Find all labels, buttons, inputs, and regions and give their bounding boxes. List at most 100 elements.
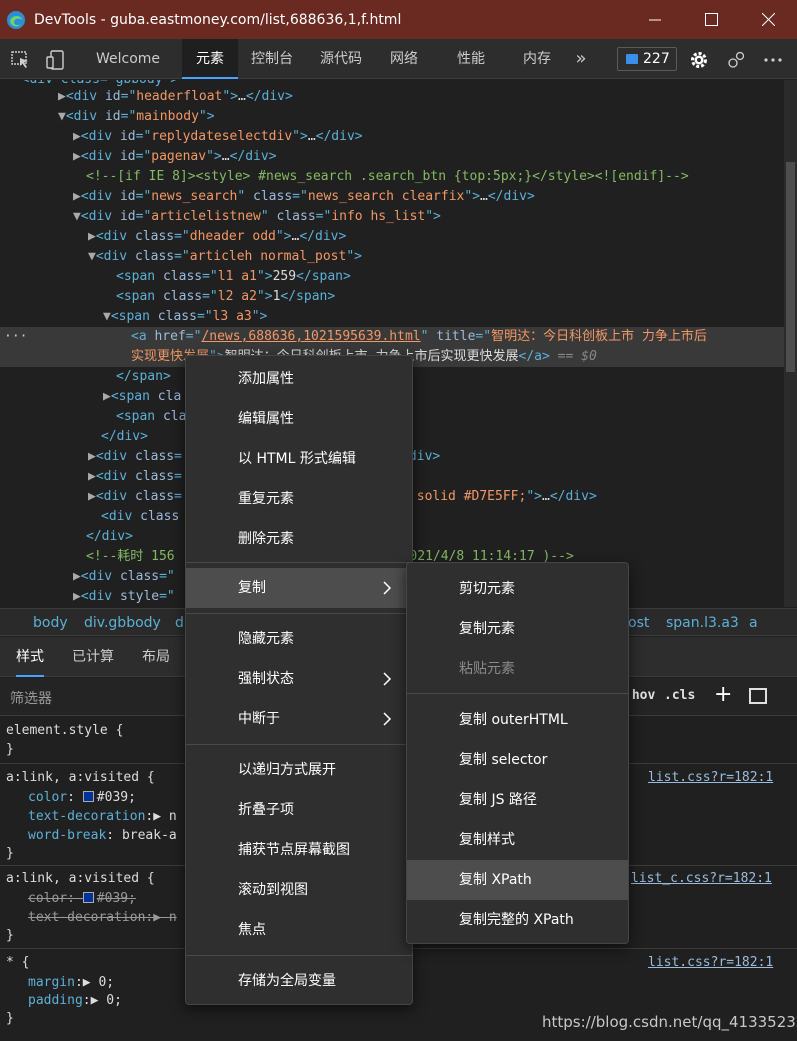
color-swatch-icon[interactable] (82, 791, 94, 802)
breadcrumb-item[interactable]: body (33, 609, 68, 637)
submenu-item-cut-element[interactable]: 剪切元素 (407, 569, 628, 609)
tree-scrollbar[interactable] (784, 80, 797, 607)
maximize-button[interactable] (683, 0, 740, 39)
toggle-sidebar-icon[interactable] (749, 688, 767, 704)
rule-selector[interactable]: * { (6, 953, 29, 972)
menu-item-break-on[interactable]: 中断于 (186, 699, 412, 739)
expand-triangle-icon[interactable]: ▶ (88, 489, 96, 504)
menu-item-force-state[interactable]: 强制状态 (186, 659, 412, 699)
tree-line[interactable]: ▼<div id="mainbody"> (58, 107, 215, 127)
minimize-button[interactable] (626, 0, 683, 39)
menu-item-edit-as-html[interactable]: 以 HTML 形式编辑 (186, 439, 412, 479)
submenu-item-copy-js-path[interactable]: 复制 JS 路径 (407, 780, 628, 820)
menu-item-store-as-global-variable[interactable]: 存储为全局变量 (186, 961, 412, 1001)
more-icon[interactable] (762, 49, 784, 71)
tree-line[interactable]: <div class (101, 507, 179, 527)
customize-icon[interactable] (725, 49, 747, 71)
tab-console[interactable]: 控制台 (244, 39, 300, 79)
tree-line[interactable]: </div> (86, 527, 133, 547)
new-rule-button[interactable]: + (714, 682, 732, 707)
style-property-overridden[interactable]: text-decoration:▶ n (28, 908, 177, 927)
scrollbar-thumb[interactable] (786, 162, 795, 372)
color-swatch-icon[interactable] (82, 892, 94, 903)
style-property-overridden[interactable]: color: #039; (28, 889, 136, 908)
gear-icon[interactable] (688, 49, 710, 71)
tab-memory[interactable]: 内存 (513, 39, 561, 79)
collapse-triangle-icon[interactable]: ▼ (103, 309, 111, 324)
breadcrumb-item[interactable]: a (749, 609, 758, 637)
expand-triangle-icon[interactable]: ▶ (103, 389, 111, 404)
tree-line[interactable]: ▶<div id="news_search" class="news_searc… (73, 187, 535, 207)
collapse-triangle-icon[interactable]: ▼ (73, 209, 81, 224)
tab-welcome[interactable]: Welcome (84, 39, 172, 79)
collapse-triangle-icon[interactable]: ▼ (58, 109, 66, 124)
menu-item-scroll-into-view[interactable]: 滚动到视图 (186, 870, 412, 910)
submenu-item-copy-full-xpath[interactable]: 复制完整的 XPath (407, 900, 628, 940)
close-button[interactable] (740, 0, 797, 39)
menu-item-focus[interactable]: 焦点 (186, 910, 412, 950)
rule-selector[interactable]: a:link, a:visited { (6, 768, 155, 787)
breadcrumb-item[interactable]: ost (628, 609, 649, 637)
menu-item-expand-recursively[interactable]: 以递归方式展开 (186, 750, 412, 790)
tree-line[interactable]: <span class="l2 a2">1</span> (116, 287, 335, 307)
menu-item-collapse-children[interactable]: 折叠子项 (186, 790, 412, 830)
menu-item-copy[interactable]: 复制 (186, 568, 406, 608)
style-property[interactable]: padding:▶ 0; (28, 991, 122, 1010)
expand-triangle-icon[interactable]: ▶ (88, 449, 96, 464)
expand-triangle-icon[interactable]: ▶ (73, 129, 81, 144)
expand-triangle-icon[interactable]: ▶ (73, 149, 81, 164)
collapse-triangle-icon[interactable]: ▼ (88, 249, 96, 264)
tree-line[interactable]: ▶<span cla (103, 387, 181, 407)
submenu-item-copy-xpath[interactable]: 复制 XPath (407, 860, 628, 900)
menu-item-add-attribute[interactable]: 添加属性 (186, 359, 412, 399)
menu-item-delete-element[interactable]: 删除元素 (186, 519, 412, 559)
tree-line[interactable]: ▶<div style=" (73, 587, 175, 607)
tab-network[interactable]: 网络 (380, 39, 428, 79)
tree-line[interactable]: ▶<div class="dheader odd">…</div> (88, 227, 346, 247)
submenu-item-copy-selector[interactable]: 复制 selector (407, 740, 628, 780)
menu-item-edit-attribute[interactable]: 编辑属性 (186, 399, 412, 439)
rule-selector[interactable]: element.style { (6, 721, 123, 740)
tree-line[interactable]: ▼<div id="articlelistnew" class="info hs… (73, 207, 441, 227)
tree-line[interactable]: <span class="l1 a1">259</span> (116, 267, 351, 287)
expand-triangle-icon[interactable]: ▶ (73, 589, 81, 604)
tab-computed[interactable]: 已计算 (72, 637, 114, 677)
expand-triangle-icon[interactable]: ▶ (58, 89, 66, 104)
tree-line[interactable]: ▶<div id="pagenav">…</div> (73, 147, 277, 167)
inspect-icon[interactable] (10, 49, 32, 71)
style-property[interactable]: margin:▶ 0; (28, 973, 114, 992)
tab-styles[interactable]: 样式 (16, 637, 44, 677)
breadcrumb-item[interactable]: span.l3.a3 (666, 609, 739, 637)
tree-line[interactable]: </span> (116, 367, 171, 387)
tree-comment[interactable]: <!--[if IE 8]><style> #news_search .sear… (86, 167, 689, 187)
breadcrumb-item[interactable]: div.gbbody (84, 609, 161, 637)
more-tabs-button[interactable]: » (568, 39, 594, 79)
submenu-item-copy-outerhtml[interactable]: 复制 outerHTML (407, 700, 628, 740)
style-property[interactable]: word-break: break-a (28, 826, 177, 845)
rule-source-link[interactable]: list.css?r=182:1 (648, 768, 773, 787)
rule-selector[interactable]: a:link, a:visited { (6, 869, 155, 888)
menu-item-duplicate-element[interactable]: 重复元素 (186, 479, 412, 519)
expand-triangle-icon[interactable]: ▶ (88, 469, 96, 484)
menu-item-hide-element[interactable]: 隐藏元素 (186, 619, 412, 659)
style-property[interactable]: text-decoration:▶ n (28, 807, 177, 826)
submenu-item-copy-styles[interactable]: 复制样式 (407, 820, 628, 860)
menu-item-capture-node-screenshot[interactable]: 捕获节点屏幕截图 (186, 830, 412, 870)
style-property[interactable]: color: #039; (28, 788, 136, 807)
breadcrumb-item[interactable]: d (175, 609, 184, 637)
tab-performance[interactable]: 性能 (447, 39, 495, 79)
expand-triangle-icon[interactable]: ▶ (73, 189, 81, 204)
tab-sources[interactable]: 源代码 (313, 39, 369, 79)
rule-source-link[interactable]: list_c.css?r=182:1 (631, 869, 772, 888)
device-icon[interactable] (45, 49, 67, 71)
tree-line[interactable]: ▶<div id="replydateselectdiv">…</div> (73, 127, 363, 147)
expand-triangle-icon[interactable]: ▶ (73, 569, 81, 584)
rule-source-link[interactable]: list.css?r=182:1 (648, 953, 773, 972)
tree-line[interactable]: ▼<div class="articleh normal_post"> (88, 247, 362, 267)
node-options-dots[interactable]: ··· (4, 327, 27, 347)
tree-line[interactable]: </div> (101, 427, 148, 447)
issues-badge[interactable]: 227 (617, 47, 677, 71)
tree-line[interactable]: ▶<div id="headerfloat">…</div> (58, 87, 293, 107)
tab-elements[interactable]: 元素 (182, 39, 238, 79)
tab-layout[interactable]: 布局 (142, 637, 170, 677)
